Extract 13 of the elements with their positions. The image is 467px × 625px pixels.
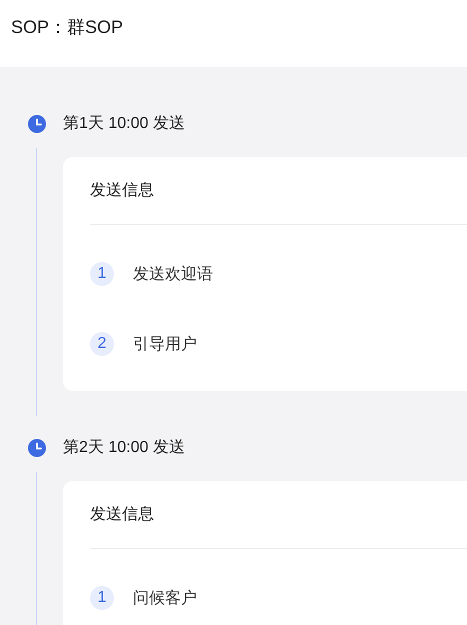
step-number: 1 bbox=[90, 262, 114, 286]
message-text: 发送欢迎语 bbox=[133, 264, 213, 284]
step-title: 第2天 10:00 发送 bbox=[63, 438, 186, 458]
step-title: 第1天 10:00 发送 bbox=[63, 114, 186, 134]
step-number: 1 bbox=[90, 586, 114, 610]
step-number: 2 bbox=[90, 332, 114, 356]
message-text: 问候客户 bbox=[133, 588, 197, 608]
card-title: 发送信息 bbox=[90, 157, 467, 225]
card-title: 发送信息 bbox=[90, 481, 467, 549]
clock-icon bbox=[28, 115, 46, 133]
clock-icon bbox=[28, 439, 46, 457]
message-text: 引导用户 bbox=[133, 334, 197, 354]
page-title: SOP：群SOP bbox=[11, 16, 124, 39]
